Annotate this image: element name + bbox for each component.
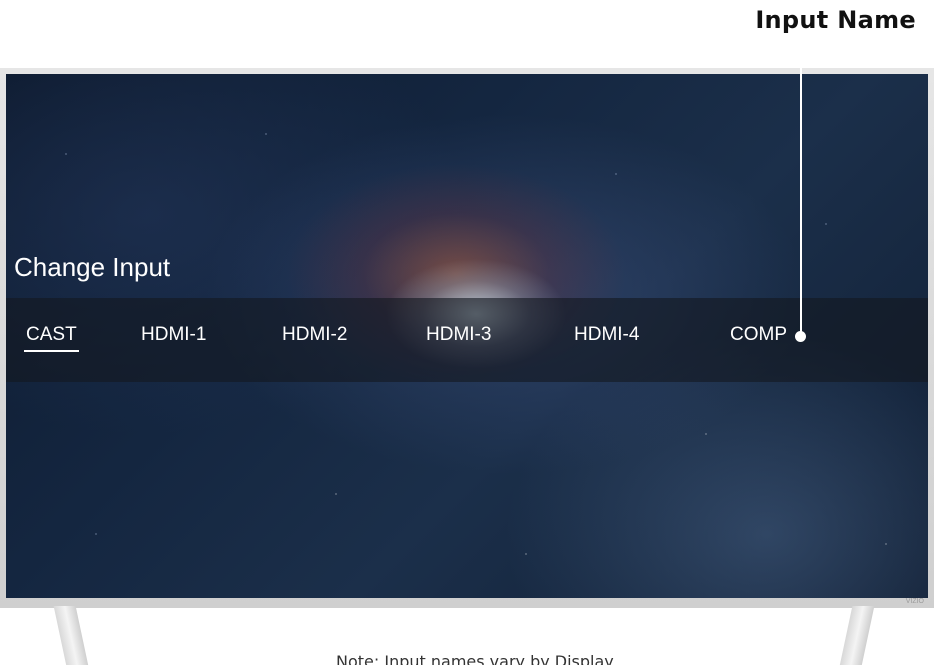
page-title: Change Input <box>14 252 171 282</box>
callout-label: Input Name <box>755 6 916 34</box>
input-option-cast[interactable]: CAST <box>24 324 79 352</box>
input-option-hdmi-1[interactable]: HDMI-1 <box>141 324 206 346</box>
brand-logo: VIZIO <box>905 598 924 605</box>
footnote: Note: Input names vary by Display <box>336 652 614 665</box>
tv-leg-left <box>53 606 89 665</box>
callout-pointer-dot <box>795 331 806 342</box>
callout-pointer-line <box>800 48 802 335</box>
input-option-hdmi-3[interactable]: HDMI-3 <box>426 324 491 346</box>
page: Input Name Change Input CAST HDMI-1 HDMI… <box>0 0 934 665</box>
input-option-hdmi-2[interactable]: HDMI-2 <box>282 324 347 346</box>
tv-leg-right <box>839 606 875 665</box>
input-option-hdmi-4[interactable]: HDMI-4 <box>574 324 639 346</box>
tv-screen: Change Input CAST HDMI-1 HDMI-2 HDMI-3 H… <box>6 74 928 598</box>
input-option-comp[interactable]: COMP <box>730 324 787 346</box>
